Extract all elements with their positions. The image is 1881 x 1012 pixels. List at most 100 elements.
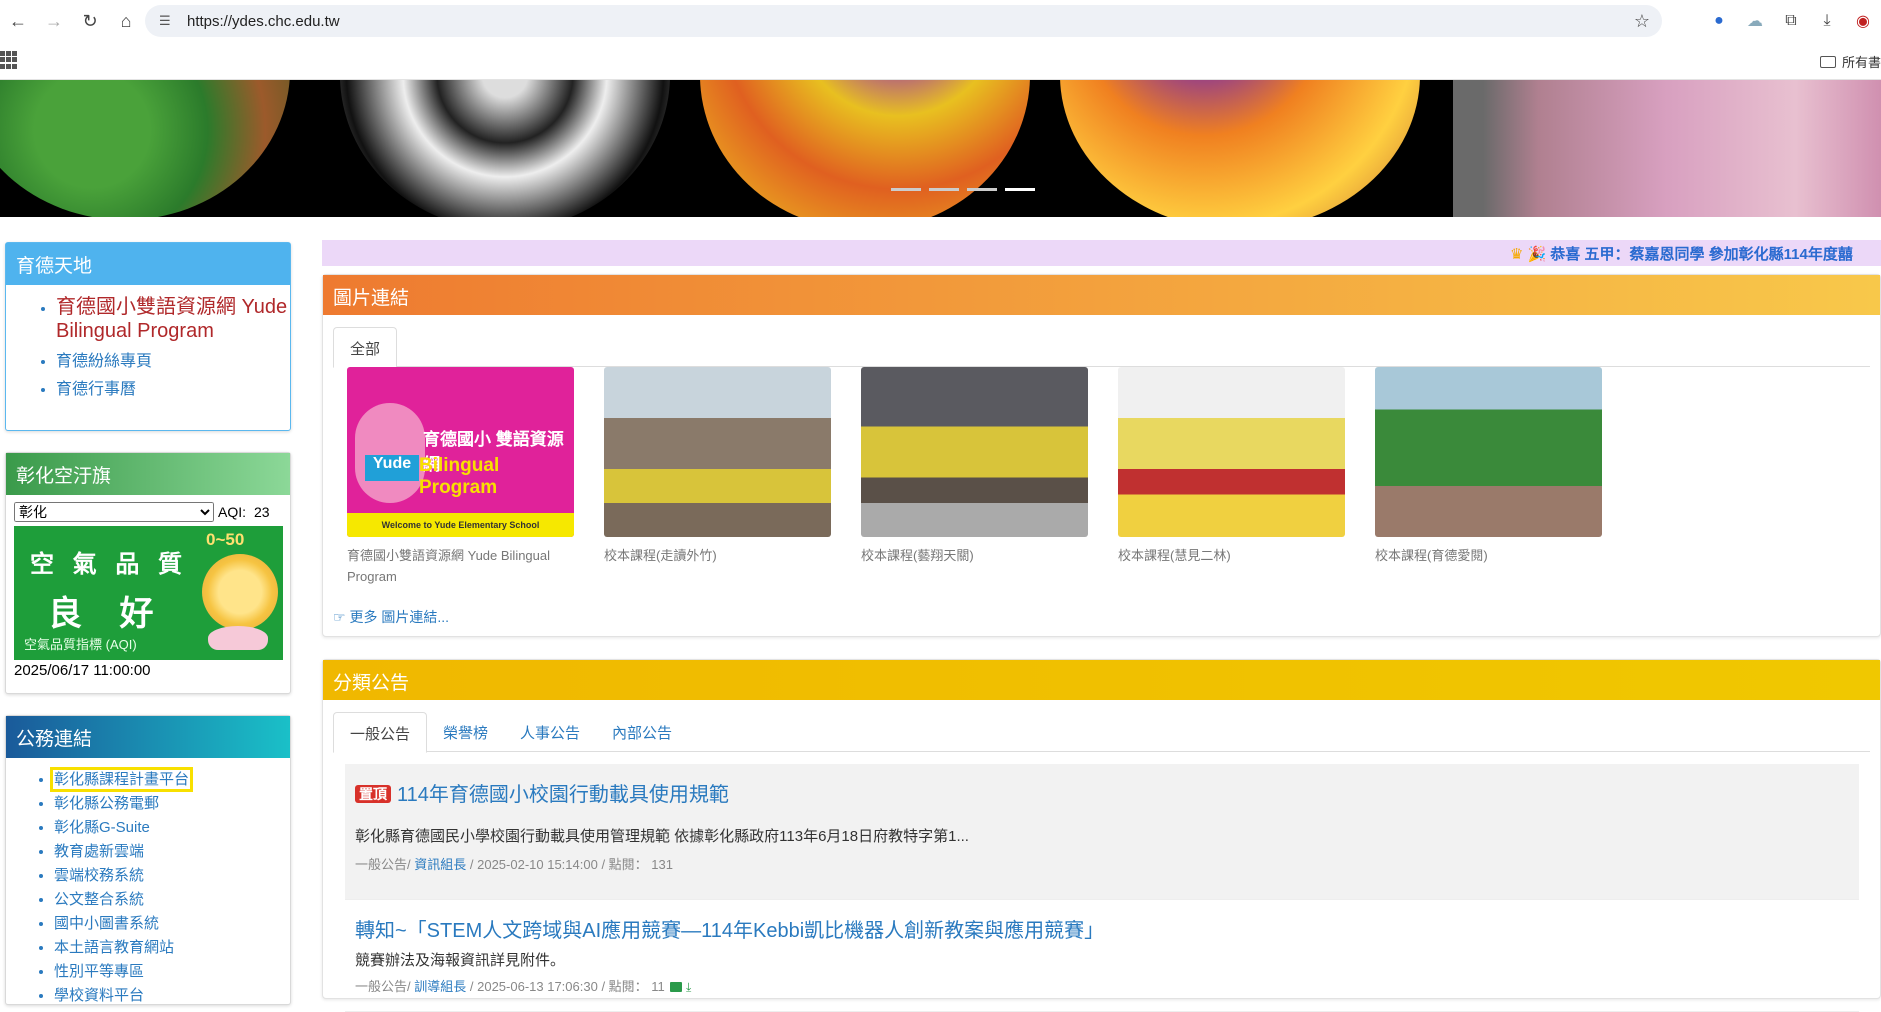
author-link[interactable]: 資訊組長 bbox=[414, 857, 466, 872]
announcement-tabs: 一般公告 榮譽榜 人事公告 內部公告 bbox=[333, 712, 1870, 753]
cloud-extension-icon[interactable]: ☁ bbox=[1737, 3, 1773, 39]
thumbnail-subtitle: Bilingual Program bbox=[419, 455, 500, 498]
banner-art-zentangle bbox=[340, 80, 670, 217]
list-item: 育德紛絲專頁 bbox=[56, 347, 290, 371]
back-icon[interactable]: ← bbox=[0, 3, 36, 39]
buddha-sun-icon bbox=[202, 554, 278, 630]
profile-avatar-icon[interactable]: ◉ bbox=[1845, 3, 1881, 39]
thumbnail-caption[interactable]: 校本課程(育德愛閱) bbox=[1375, 545, 1602, 566]
list-item: 育德行事曆 bbox=[56, 375, 290, 399]
image-link-item[interactable]: Yude 育德國小 雙語資源網 Bilingual Program Welcom… bbox=[347, 367, 574, 587]
tab-personnel[interactable]: 人事公告 bbox=[504, 712, 596, 751]
image-links-card: 圖片連結 全部 Yude 育德國小 雙語資源網 Bilingual Progra… bbox=[322, 274, 1881, 637]
document-system-link[interactable]: 公文整合系統 bbox=[54, 891, 144, 908]
announcement-excerpt: 彰化縣育德國民小學校園行動載具使用管理規範 依據彰化縣政府113年6月18日府教… bbox=[355, 828, 969, 845]
image-link-item[interactable]: 校本課程(慧見二林) bbox=[1118, 367, 1345, 587]
station-select[interactable]: 彰化 bbox=[14, 502, 214, 522]
lotus-icon bbox=[208, 626, 268, 650]
slide-dot[interactable] bbox=[929, 188, 959, 191]
address-bar[interactable]: ☰ https://ydes.chc.edu.tw ☆ bbox=[145, 5, 1662, 37]
thumbnail-caption[interactable]: 校本課程(藝翔天關) bbox=[861, 545, 1088, 566]
aqi-image-range: 0~50 bbox=[206, 530, 245, 549]
thumbnail-footer: Welcome to Yude Elementary School bbox=[347, 513, 574, 537]
thumbnail-caption[interactable]: 育德國小雙語資源網 Yude Bilingual Program bbox=[347, 545, 574, 587]
list-item: 性別平等專區 bbox=[54, 962, 290, 982]
curriculum-platform-link[interactable]: 彰化縣課程計畫平台 bbox=[49, 767, 194, 792]
tab-general[interactable]: 一般公告 bbox=[333, 712, 428, 753]
list-item: 本土語言教育網站 bbox=[54, 938, 290, 958]
banner-flowers bbox=[1453, 80, 1881, 217]
all-bookmarks-button[interactable]: 所有書 bbox=[1819, 52, 1881, 71]
banner-slide-indicators bbox=[891, 188, 1035, 191]
card-title: 圖片連結 bbox=[323, 275, 1880, 315]
bookmark-star-icon[interactable]: ☆ bbox=[1634, 11, 1650, 32]
card-title: 分類公告 bbox=[323, 660, 1880, 700]
slide-dot[interactable] bbox=[891, 188, 921, 191]
slide-dot[interactable] bbox=[967, 188, 997, 191]
list-item: 育德國小雙語資源網 Yude Bilingual Program bbox=[56, 295, 290, 343]
news-marquee[interactable]: ♛ 🎉 恭喜 五甲：蔡嘉恩同學 參加彰化縣114年度囍 bbox=[322, 240, 1881, 266]
panel-title: 育德天地 bbox=[6, 243, 290, 285]
extension-icon[interactable]: ● bbox=[1701, 3, 1737, 39]
tab-all[interactable]: 全部 bbox=[333, 327, 398, 368]
panel-title: 公務連結 bbox=[6, 716, 290, 758]
thumbnail-caption[interactable]: 校本課程(慧見二林) bbox=[1118, 545, 1345, 566]
slide-dot-active[interactable] bbox=[1005, 188, 1035, 191]
official-link-list: 彰化縣課程計畫平台 彰化縣公務電郵 彰化縣G-Suite 教育處新雲端 雲端校務… bbox=[6, 758, 290, 1006]
library-system-link[interactable]: 國中小圖書系統 bbox=[54, 915, 159, 932]
home-icon[interactable]: ⌂ bbox=[108, 3, 144, 39]
image-link-grid: Yude 育德國小 雙語資源網 Bilingual Program Welcom… bbox=[347, 367, 1602, 587]
yude-link-list: 育德國小雙語資源網 Yude Bilingual Program 育德紛絲專頁 … bbox=[6, 285, 290, 399]
group-photo-thumbnail[interactable] bbox=[604, 367, 831, 537]
bookmarks-bar: 所有書 bbox=[0, 42, 1881, 80]
forward-icon[interactable]: → bbox=[36, 3, 72, 39]
more-image-links[interactable]: ☞ 更多 圖片連結... bbox=[333, 607, 449, 627]
group-photo-thumbnail[interactable] bbox=[1375, 367, 1602, 537]
tab-honors[interactable]: 榮譽榜 bbox=[427, 712, 504, 751]
logo-text: Yude bbox=[365, 455, 419, 481]
county-email-link[interactable]: 彰化縣公務電郵 bbox=[54, 795, 159, 812]
list-item: 學校資料平台 bbox=[54, 986, 290, 1006]
edu-cloud-link[interactable]: 教育處新雲端 bbox=[54, 843, 144, 860]
list-item: 公文整合系統 bbox=[54, 890, 290, 910]
aqi-image-title: 空 氣 品 質 bbox=[30, 551, 189, 578]
folder-icon bbox=[1819, 55, 1836, 68]
author-link[interactable]: 訓導組長 bbox=[414, 979, 466, 994]
reload-icon[interactable]: ↻ bbox=[72, 3, 108, 39]
tab-internal[interactable]: 內部公告 bbox=[596, 712, 688, 751]
crown-icon: ♛ bbox=[1510, 246, 1524, 263]
group-photo-thumbnail[interactable] bbox=[1118, 367, 1345, 537]
announcements-card: 分類公告 一般公告 榮譽榜 人事公告 內部公告 置頂 114年育德國小校園行動載具… bbox=[322, 659, 1881, 1012]
native-language-link[interactable]: 本土語言教育網站 bbox=[54, 939, 174, 956]
list-item: 彰化縣G-Suite bbox=[54, 818, 290, 838]
announcement-title[interactable]: 轉知~「STEM人文跨域與AI應用競賽—114年Kebbi凱比機器人創新教案與應… bbox=[355, 914, 1849, 943]
site-settings-icon[interactable]: ☰ bbox=[159, 13, 177, 29]
apps-grid-icon[interactable] bbox=[0, 51, 18, 69]
bilingual-link[interactable]: 育德國小雙語資源網 Yude Bilingual Program bbox=[56, 296, 287, 342]
thumbnail-caption[interactable]: 校本課程(走讀外竹) bbox=[604, 545, 831, 566]
announcement-item: 置頂 114年育德國小校園行動載具使用規範 彰化縣育德國民小學校園行動載具使用管理… bbox=[345, 764, 1859, 900]
hero-banner bbox=[0, 80, 1881, 217]
image-link-item[interactable]: 校本課程(走讀外竹) bbox=[604, 367, 831, 587]
bilingual-thumbnail[interactable]: Yude 育德國小 雙語資源網 Bilingual Program Welcom… bbox=[347, 367, 574, 537]
gsuite-link[interactable]: 彰化縣G-Suite bbox=[54, 819, 150, 836]
school-admin-link[interactable]: 雲端校務系統 bbox=[54, 867, 144, 884]
gender-equality-link[interactable]: 性別平等專區 bbox=[54, 963, 144, 980]
fanpage-link[interactable]: 育德紛絲專頁 bbox=[56, 353, 152, 370]
school-data-link[interactable]: 學校資料平台 bbox=[54, 987, 144, 1004]
browser-toolbar: ← → ↻ ⌂ ☰ https://ydes.chc.edu.tw ☆ ● ☁ … bbox=[0, 0, 1881, 42]
group-photo-thumbnail[interactable] bbox=[861, 367, 1088, 537]
announcement-title[interactable]: 置頂 114年育德國小校園行動載具使用規範 bbox=[355, 778, 1849, 807]
download-icon[interactable]: ⤓ bbox=[1809, 3, 1845, 39]
hand-pointer-icon: ☞ bbox=[333, 609, 346, 625]
yude-panel: 育德天地 育德國小雙語資源網 Yude Bilingual Program 育德… bbox=[5, 242, 291, 431]
list-item: 彰化縣公務電郵 bbox=[54, 794, 290, 814]
image-link-item[interactable]: 校本課程(藝翔天關) bbox=[861, 367, 1088, 587]
aqi-image-index: 空氣品質指標 (AQI) bbox=[24, 637, 137, 652]
announcement-item: 轉知~「STEM人文跨域與AI應用競賽—114年Kebbi凱比機器人創新教案與應… bbox=[345, 900, 1859, 1012]
image-link-item[interactable]: 校本課程(育德愛閱) bbox=[1375, 367, 1602, 587]
download-attachment-icon[interactable]: ⤓ bbox=[686, 980, 691, 995]
calendar-link[interactable]: 育德行事曆 bbox=[56, 381, 136, 398]
list-item: 彰化縣課程計畫平台 bbox=[49, 767, 290, 792]
puzzle-icon[interactable]: ⧉ bbox=[1773, 3, 1809, 39]
